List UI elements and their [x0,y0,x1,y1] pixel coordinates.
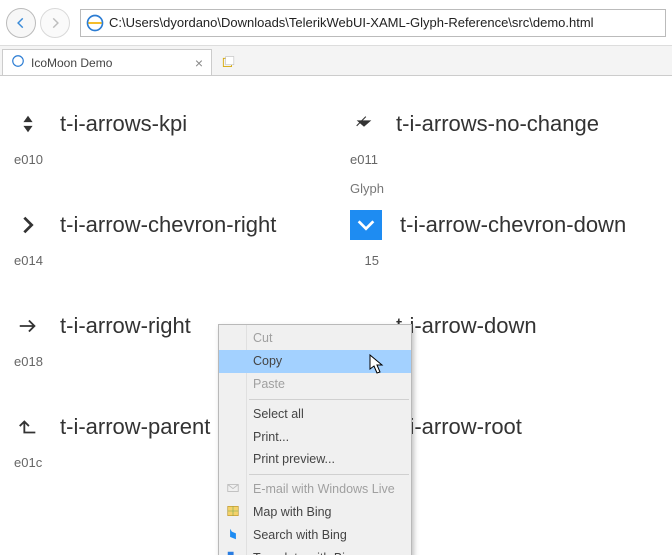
separator [249,399,409,400]
glyph-section-label: Glyph [350,181,384,196]
tab-close-icon[interactable]: × [195,56,203,70]
address-bar-url: C:\Users\dyordano\Downloads\TelerikWebUI… [109,15,665,30]
ctx-search[interactable]: Search with Bing [219,524,411,547]
translate-icon [225,549,241,555]
tab-icomoon-demo[interactable]: IcoMoon Demo × [2,49,212,75]
new-tab-icon [221,56,235,70]
ctx-print-preview[interactable]: Print preview... [219,448,411,471]
arrow-parent-icon [14,416,42,438]
browser-titlebar: C:\Users\dyordano\Downloads\TelerikWebUI… [0,0,672,46]
new-tab-button[interactable] [216,51,240,75]
ie-icon [85,13,105,33]
glyph-name: t-i-arrow-root [396,414,522,440]
glyph-cell[interactable]: t-i-arrows-no-change e011 [336,102,672,203]
context-menu: Cut Copy Paste Select all Print... Print… [218,324,412,555]
mail-icon [225,480,241,496]
glyph-name: t-i-arrows-kpi [60,111,187,137]
ie-page-icon [11,54,25,71]
glyph-code: e010 [14,152,322,203]
map-icon [225,503,241,519]
ctx-print[interactable]: Print... [219,426,411,449]
ctx-map[interactable]: Map with Bing [219,501,411,524]
chevron-right-icon [14,214,42,236]
arrows-kpi-icon [14,113,42,135]
ctx-select-all[interactable]: Select all [219,403,411,426]
glyph-code: e014 [14,253,322,304]
glyph-cell[interactable]: Glyph t-i-arrow-chevron-down e015 [336,203,672,304]
arrow-right-icon [14,315,42,337]
glyph-name: t-i-arrows-no-change [396,111,599,137]
tab-strip: IcoMoon Demo × [0,46,672,76]
ctx-cut: Cut [219,327,411,350]
arrow-left-icon [14,16,28,30]
page-content: t-i-arrows-kpi e010 t-i-arrows-no-change… [0,76,672,555]
glyph-name: t-i-arrow-chevron-right [60,212,276,238]
glyph-name: t-i-arrow-right [60,313,191,339]
ctx-paste: Paste [219,373,411,396]
address-bar[interactable]: C:\Users\dyordano\Downloads\TelerikWebUI… [80,9,666,37]
arrow-right-icon [48,16,62,30]
glyph-code: e011 [350,152,658,203]
arrows-no-change-icon [350,113,378,135]
separator [249,474,409,475]
ctx-copy[interactable]: Copy [219,350,411,373]
back-button[interactable] [6,8,36,38]
glyph-code: e015 [350,253,658,304]
ctx-translate[interactable]: Translate with Bing [219,547,411,555]
bing-icon [225,526,241,542]
glyph-cell[interactable]: t-i-arrows-kpi e010 [0,102,336,203]
tab-title: IcoMoon Demo [31,56,112,70]
ctx-email[interactable]: E-mail with Windows Live [219,478,411,501]
chevron-down-icon [350,210,382,240]
forward-button[interactable] [40,8,70,38]
glyph-name: t-i-arrow-chevron-down [400,212,626,238]
glyph-cell[interactable]: t-i-arrow-chevron-right e014 [0,203,336,304]
glyph-name: t-i-arrow-down [396,313,537,339]
glyph-name: t-i-arrow-parent [60,414,210,440]
